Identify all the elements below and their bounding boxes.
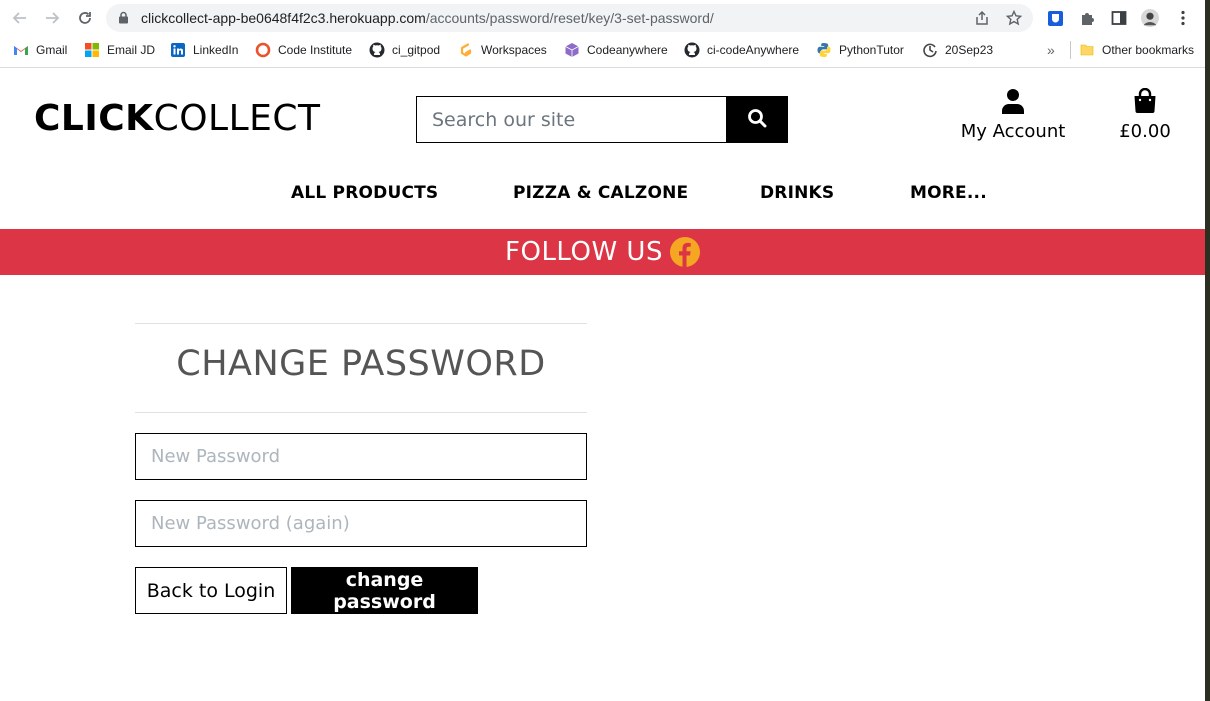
site-logo[interactable]: CLICKCOLLECT	[34, 98, 321, 139]
window-edge	[1205, 0, 1210, 701]
gmail-icon	[13, 42, 29, 58]
github-icon	[684, 42, 700, 58]
nav-all-products[interactable]: ALL PRODUCTS	[291, 183, 438, 203]
search-icon	[747, 108, 767, 131]
swirl-icon	[922, 42, 938, 58]
more-bookmarks-chevron[interactable]: »	[1047, 41, 1055, 59]
lock-icon	[118, 11, 129, 29]
bookmark-label: 20Sep23	[945, 43, 994, 57]
nav-more[interactable]: MORE...	[910, 183, 987, 203]
url-host: clickcollect-app-be0648f4f2c3.herokuapp.…	[141, 10, 426, 26]
browser-chrome: clickcollect-app-be0648f4f2c3.herokuapp.…	[0, 0, 1205, 68]
code-institute-icon	[255, 42, 271, 58]
browser-toolbar: clickcollect-app-be0648f4f2c3.herokuapp.…	[0, 0, 1205, 36]
bookmark-codeanywhere[interactable]: Codeanywhere	[564, 41, 668, 59]
shopping-bag-link[interactable]: £0.00	[1110, 87, 1180, 142]
shopping-bag-icon	[1133, 87, 1157, 118]
site-search	[416, 96, 788, 143]
bookmark-label: Workspaces	[481, 43, 547, 57]
bookmark-linkedin[interactable]: LinkedIn	[170, 41, 238, 59]
bookmark-label: Codeanywhere	[587, 43, 668, 57]
bookmark-20sep23[interactable]: 20Sep23	[922, 41, 993, 59]
star-icon[interactable]	[1005, 9, 1023, 26]
page-title: CHANGE PASSWORD	[176, 344, 546, 384]
microsoft-icon	[84, 42, 100, 58]
url-path: /accounts/password/reset/key/3-set-passw…	[425, 10, 714, 26]
search-input[interactable]	[416, 96, 727, 143]
menu-kebab-icon[interactable]	[1174, 9, 1192, 27]
account-label: My Account	[960, 121, 1066, 142]
bookmarks-bar: Gmail Email JD LinkedIn Code Institute c…	[0, 36, 1205, 64]
reload-icon[interactable]	[75, 8, 95, 28]
url-text: clickcollect-app-be0648f4f2c3.herokuapp.…	[141, 10, 714, 26]
nav-pizza-calzone[interactable]: PIZZA & CALZONE	[513, 183, 688, 203]
main-nav: ALL PRODUCTS PIZZA & CALZONE DRINKS MORE…	[0, 183, 1205, 207]
banner-text: FOLLOW US	[505, 237, 663, 267]
user-icon	[1001, 89, 1025, 118]
change-password-button[interactable]: change password	[291, 567, 478, 614]
bookmark-label: Email JD	[107, 43, 156, 57]
search-button[interactable]	[726, 96, 788, 143]
address-bar[interactable]: clickcollect-app-be0648f4f2c3.herokuapp.…	[106, 4, 1033, 32]
title-divider-top	[135, 323, 587, 324]
new-password-field[interactable]	[135, 433, 587, 480]
python-icon	[816, 42, 832, 58]
extensions-puzzle-icon[interactable]	[1078, 9, 1096, 27]
back-to-login-button[interactable]: Back to Login	[135, 567, 287, 614]
profile-avatar[interactable]	[1141, 9, 1159, 27]
bookmark-ci-gitpod[interactable]: ci_gitpod	[369, 41, 440, 59]
bookmark-pythontutor[interactable]: PythonTutor	[816, 41, 904, 59]
back-arrow-icon[interactable]	[10, 8, 30, 28]
folder-icon	[1079, 42, 1095, 58]
bag-total: £0.00	[1119, 121, 1171, 142]
facebook-icon[interactable]	[669, 237, 700, 267]
bookmark-label: LinkedIn	[193, 43, 239, 57]
linkedin-icon	[170, 42, 186, 58]
bookmark-label: Other bookmarks	[1102, 43, 1195, 57]
github-icon	[369, 42, 385, 58]
bookmark-label: Code Institute	[278, 43, 353, 57]
bookmark-email-jd[interactable]: Email JD	[84, 41, 155, 59]
bookmark-workspaces[interactable]: Workspaces	[458, 41, 547, 59]
share-icon[interactable]	[974, 10, 990, 26]
bookmark-ci-codeanywhere[interactable]: ci-codeAnywhere	[684, 41, 799, 59]
side-panel-icon[interactable]	[1110, 9, 1128, 27]
bookmark-other-bookmarks[interactable]: Other bookmarks	[1079, 41, 1194, 59]
forward-arrow-icon[interactable]	[42, 8, 62, 28]
follow-us-banner: FOLLOW US	[0, 229, 1205, 275]
bookmark-gmail[interactable]: Gmail	[13, 41, 67, 59]
extension-bitwarden-icon[interactable]	[1046, 9, 1064, 27]
bookmarks-divider	[1070, 41, 1071, 59]
logo-bold: CLICK	[34, 98, 154, 139]
bookmark-label: PythonTutor	[839, 43, 904, 57]
new-password-again-field[interactable]	[135, 500, 587, 547]
bookmark-label: ci-codeAnywhere	[707, 43, 800, 57]
codeanywhere-icon	[564, 42, 580, 58]
my-account-link[interactable]: My Account	[955, 88, 1071, 142]
nav-drinks[interactable]: DRINKS	[760, 183, 834, 203]
title-divider-bottom	[135, 412, 587, 413]
bookmark-code-institute[interactable]: Code Institute	[255, 41, 352, 59]
bookmark-label: ci_gitpod	[392, 43, 441, 57]
logo-light: COLLECT	[153, 98, 321, 139]
bookmark-label: Gmail	[36, 43, 68, 57]
gitpod-icon	[458, 42, 474, 58]
